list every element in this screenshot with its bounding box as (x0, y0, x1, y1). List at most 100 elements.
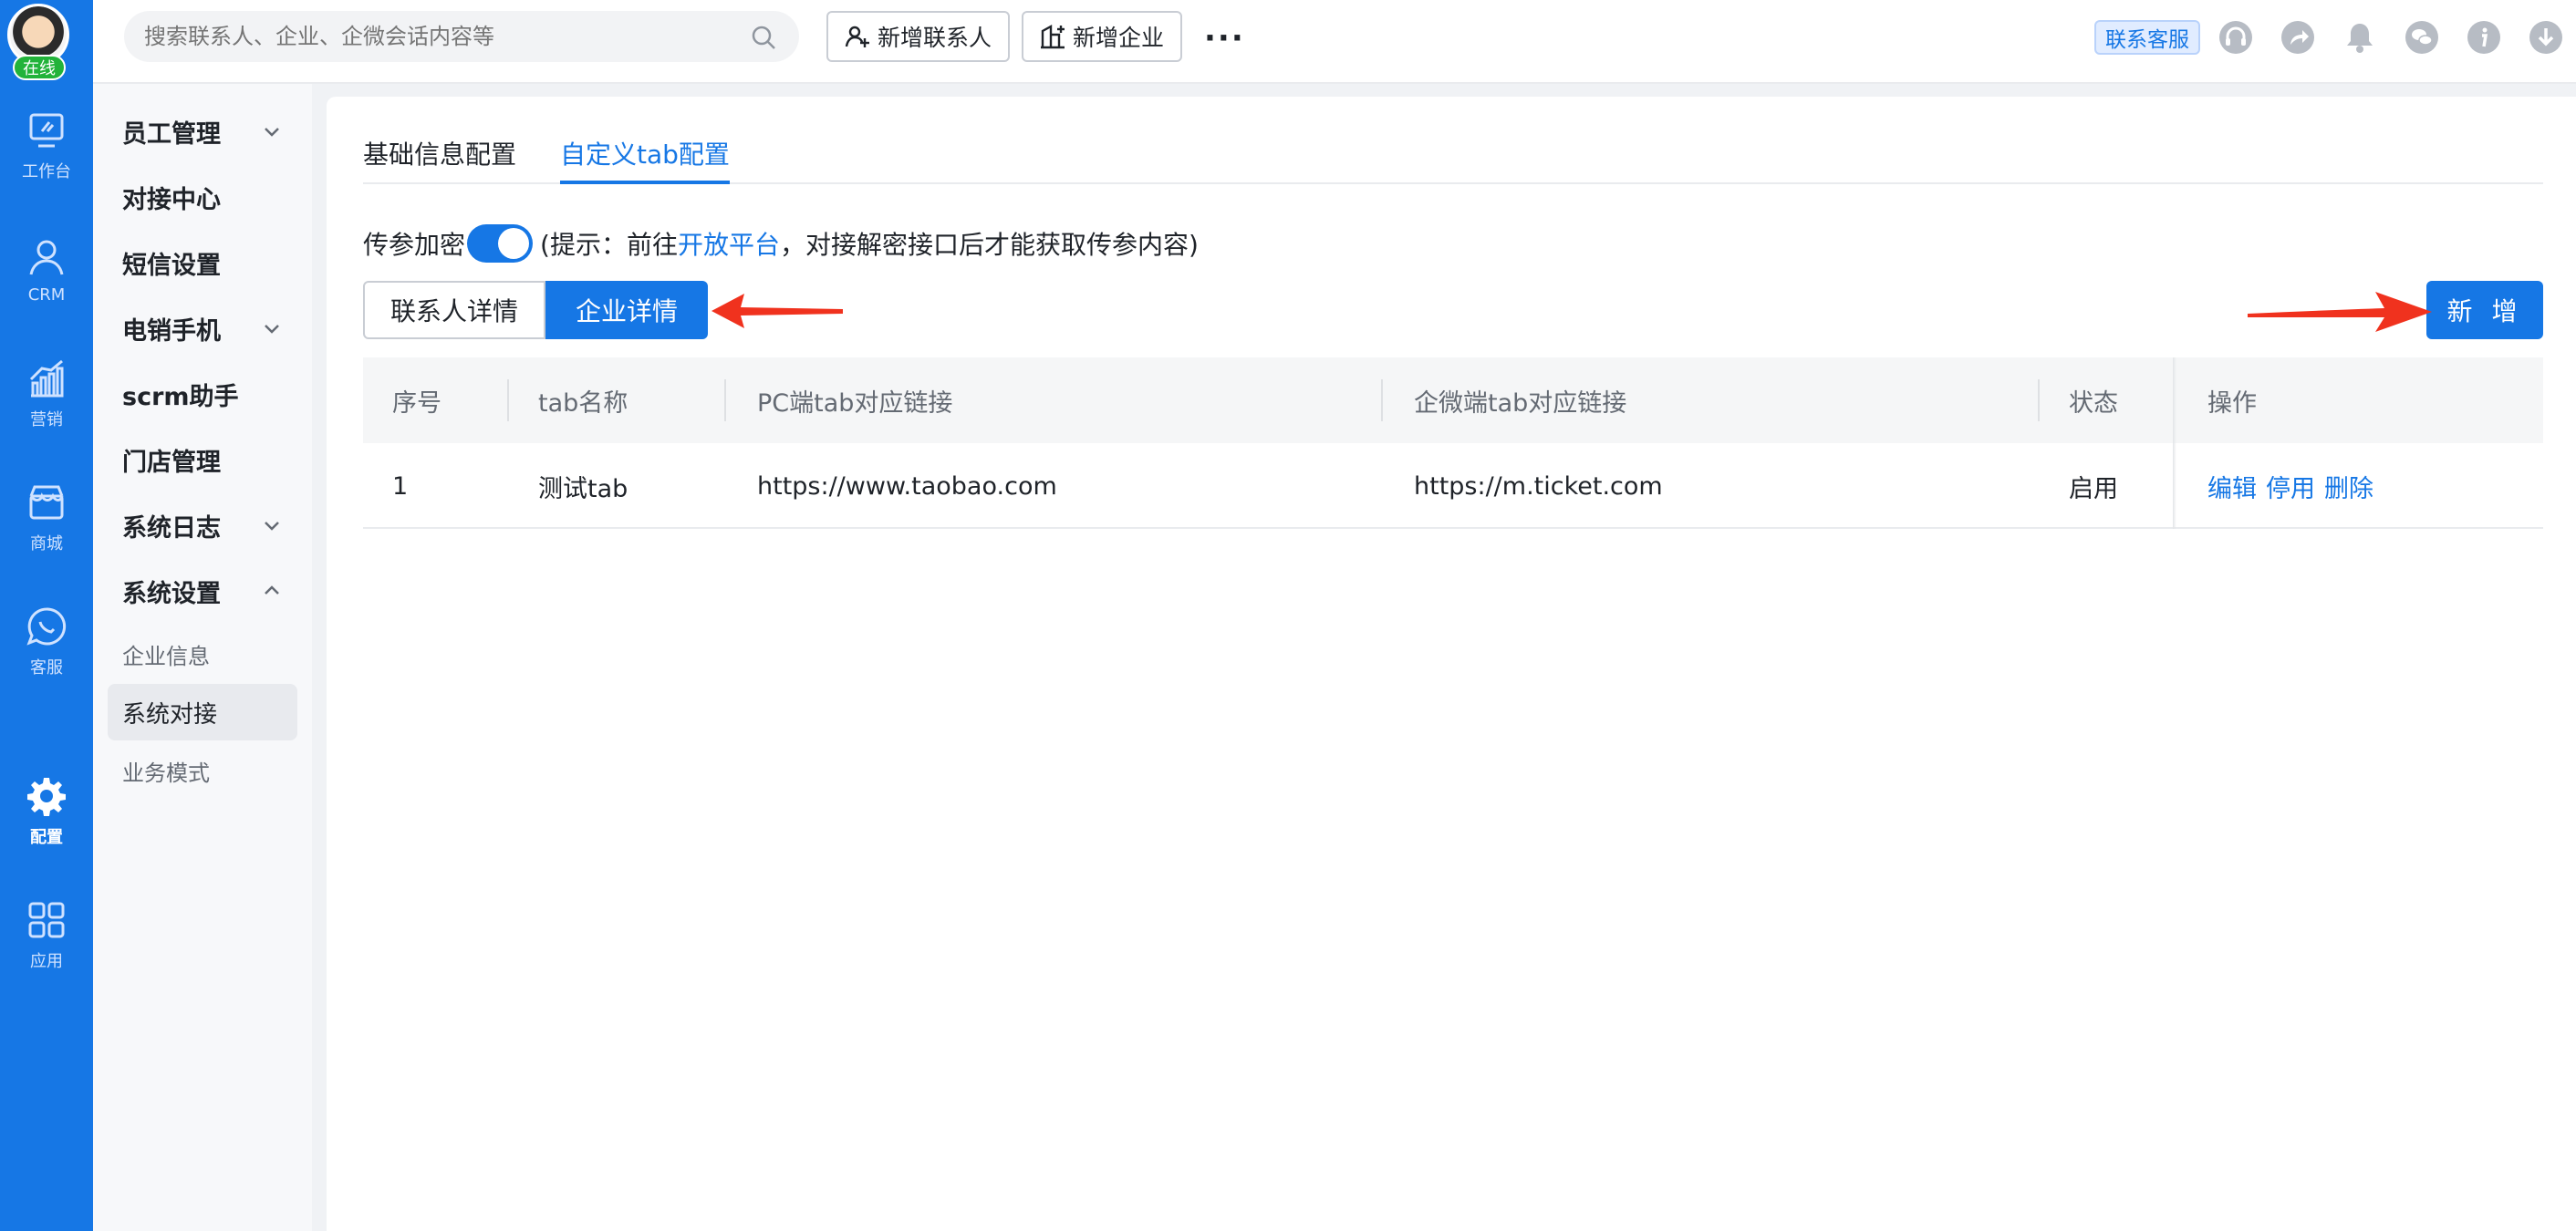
column-header-status: 状态 (2069, 388, 2118, 418)
fixed-column-shadow (2173, 357, 2176, 529)
chevron-down-icon (265, 128, 279, 137)
cell-actions: 编辑 停用 删除 (2207, 443, 2383, 529)
column-header-pc-link: PC端tab对应链接 (757, 388, 953, 418)
sidebar-subitem-company-info[interactable]: 企业信息 (108, 626, 297, 682)
search-icon[interactable] (750, 24, 777, 51)
param-encryption-row: 传参加密 (提示：前往 开放平台 ，对接解密接口后才能获取传参内容) (363, 222, 1199, 264)
store-icon (29, 485, 64, 520)
sidebar-item-store-management[interactable]: 门店管理 (108, 432, 297, 487)
sidebar-item-label: 门店管理 (122, 448, 221, 477)
workbench-icon (29, 113, 64, 148)
sidebar-subitem-business-mode[interactable]: 业务模式 (108, 742, 297, 799)
config-tabs: 基础信息配置 自定义tab配置 (363, 133, 2543, 184)
person-icon (29, 240, 64, 274)
sidebar-item-label: 系统日志 (122, 513, 221, 543)
rail-item-workbench[interactable]: 工作台 (0, 100, 93, 191)
rail-item-marketing[interactable]: 营销 (0, 348, 93, 440)
column-divider (1381, 379, 1383, 421)
bell-icon[interactable] (2342, 20, 2377, 55)
tab-basic-info[interactable]: 基础信息配置 (363, 133, 516, 184)
sidebar-item-staff[interactable]: 员工管理 (108, 104, 297, 159)
wechat-icon[interactable] (2405, 20, 2439, 55)
cell-wecom-link: https://m.ticket.com (1414, 471, 1663, 501)
cell-pc-link: https://www.taobao.com (757, 471, 1057, 501)
sidebar-item-telesales-phone[interactable]: 电销手机 (108, 301, 297, 356)
column-divider (507, 379, 509, 421)
delete-link[interactable]: 删除 (2324, 469, 2373, 504)
column-divider (724, 379, 726, 421)
segment-company-detail[interactable]: 企业详情 (545, 281, 708, 339)
sidebar-item-label: 员工管理 (122, 119, 221, 149)
sidebar-item-label: 电销手机 (122, 316, 221, 346)
annotation-arrow-right-icon (2248, 292, 2432, 332)
tab-custom-tab-config[interactable]: 自定义tab配置 (560, 133, 730, 184)
chevron-down-icon (265, 325, 279, 334)
chat-icon (26, 607, 67, 646)
sidebar-item-integration-center[interactable]: 对接中心 (108, 170, 297, 224)
user-avatar[interactable]: 在线 (7, 4, 71, 80)
add-contact-button[interactable]: 新增联系人 (826, 11, 1011, 62)
table-row: 1 测试tab https://www.taobao.com https://m… (363, 443, 2543, 529)
sidebar-item-system-settings[interactable]: 系统设置 (108, 564, 297, 618)
add-new-button[interactable]: 新 增 (2426, 281, 2543, 339)
sidebar-subitem-label: 企业信息 (122, 643, 210, 669)
rail-item-crm[interactable]: CRM (0, 224, 93, 316)
chevron-up-icon (265, 585, 279, 595)
annotation-arrow-left-icon (712, 294, 843, 328)
headset-icon[interactable] (2218, 20, 2253, 55)
sidebar-item-scrm-assistant[interactable]: scrm助手 (108, 367, 297, 421)
rail-item-service[interactable]: 客服 (0, 596, 93, 688)
cell-index: 1 (392, 471, 409, 501)
add-company-button[interactable]: 新增企业 (1022, 11, 1183, 62)
rail-item-config[interactable]: 配置 (0, 766, 93, 857)
chevron-down-icon (265, 522, 279, 531)
rail-label: CRM (27, 284, 66, 305)
chart-icon (29, 359, 64, 398)
gear-icon (27, 778, 66, 816)
rail-label: 应用 (30, 952, 63, 971)
sidebar-item-label: 短信设置 (122, 251, 221, 280)
info-icon[interactable] (2467, 20, 2501, 55)
custom-tab-table: 序号 tab名称 PC端tab对应链接 企微端tab对应链接 状态 操作 1 测… (363, 357, 2543, 529)
main-content-card: 基础信息配置 自定义tab配置 传参加密 (提示：前往 开放平台 ，对接解密接口… (327, 97, 2576, 1231)
add-person-icon (845, 26, 869, 47)
cell-tab-name: 测试tab (538, 474, 628, 503)
column-header-index: 序号 (392, 388, 441, 418)
column-header-tab-name: tab名称 (538, 388, 628, 418)
rail-label: 商城 (30, 534, 63, 553)
share-icon[interactable] (2280, 20, 2315, 55)
global-search-input[interactable] (124, 11, 799, 62)
open-platform-link[interactable]: 开放平台 (678, 225, 780, 262)
column-divider (2038, 379, 2040, 421)
sidebar-item-sms[interactable]: 短信设置 (108, 235, 297, 290)
hint-suffix: ，对接解密接口后才能获取传参内容) (779, 230, 1199, 260)
contact-service-link[interactable]: 联系客服 (2094, 20, 2200, 55)
sidebar-item-system-log[interactable]: 系统日志 (108, 498, 297, 553)
hint-prefix: (提示：前往 (540, 230, 678, 260)
settings-sidebar: 员工管理 对接中心 短信设置 电销手机 scrm助手 门店管理 系统日志 系统设… (93, 84, 312, 1231)
add-contact-label: 新增联系人 (878, 25, 992, 51)
rail-label: 客服 (30, 658, 63, 678)
rail-item-apps[interactable]: 应用 (0, 890, 93, 981)
edit-link[interactable]: 编辑 (2207, 469, 2257, 504)
sidebar-item-label: scrm助手 (122, 382, 239, 411)
table-header: 序号 tab名称 PC端tab对应链接 企微端tab对应链接 状态 操作 (363, 357, 2543, 443)
cell-status: 启用 (2069, 474, 2118, 503)
sidebar-item-label: 对接中心 (122, 185, 221, 214)
sidebar-subitem-system-integration[interactable]: 系统对接 (108, 684, 297, 740)
left-rail: 在线 工作台 CRM 营销 商城 客服 配置 应用 (0, 0, 93, 1231)
online-status-badge: 在线 (13, 55, 66, 80)
rail-label: 营销 (30, 410, 63, 429)
rail-item-store[interactable]: 商城 (0, 472, 93, 564)
param-encryption-toggle[interactable] (467, 224, 534, 263)
sidebar-subitem-label: 业务模式 (122, 760, 210, 786)
segment-contact-detail[interactable]: 联系人详情 (363, 281, 545, 339)
rail-label: 配置 (30, 828, 63, 847)
column-header-wecom-link: 企微端tab对应链接 (1414, 388, 1627, 418)
disable-link[interactable]: 停用 (2266, 469, 2315, 504)
download-icon[interactable] (2529, 20, 2563, 55)
add-company-label: 新增企业 (1073, 25, 1165, 51)
more-menu-icon[interactable]: ··· (1204, 20, 1245, 57)
rail-label: 工作台 (22, 162, 71, 181)
grid-icon (28, 902, 65, 938)
